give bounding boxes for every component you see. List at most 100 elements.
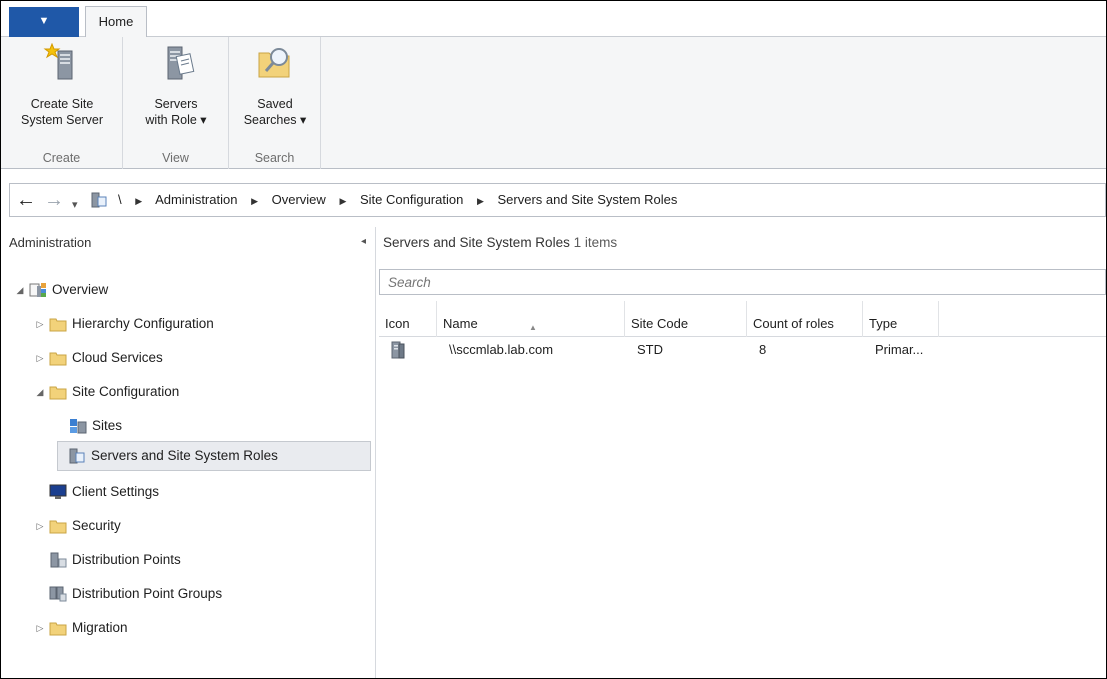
app-menu-button[interactable]: ▼ xyxy=(9,7,79,37)
saved-searches-label-1: Saved xyxy=(257,97,293,111)
breadcrumb-overview[interactable]: Overview xyxy=(272,192,326,207)
servers-role-icon xyxy=(167,46,195,80)
cell-site-code: STD xyxy=(637,342,663,357)
sites-icon xyxy=(70,419,87,434)
column-header-icon[interactable]: Icon xyxy=(379,301,437,337)
column-header-type[interactable]: Type xyxy=(863,301,939,337)
results-count: 1 items xyxy=(573,235,618,250)
tree-label: Migration xyxy=(72,620,128,635)
ribbon-group-label-create: Create xyxy=(42,151,81,165)
table-row[interactable]: \\sccmlab.lab.com STD 8 Primar... xyxy=(379,337,1106,365)
address-bar: ← → ▾ \ ▶ Administration ▶ Overview ▶ Si… xyxy=(1,179,1106,221)
collapsed-arrow-icon[interactable]: ▷ xyxy=(31,309,49,339)
servers-role-label-1: Servers xyxy=(154,97,198,111)
column-header-name-label: Name xyxy=(443,316,478,331)
back-button[interactable]: ← xyxy=(16,189,36,211)
tree-item-overview[interactable]: ◢ Overview xyxy=(11,275,108,305)
tree-label: Client Settings xyxy=(72,484,160,499)
tree-item-sites[interactable]: Sites xyxy=(69,411,122,441)
breadcrumb-site-configuration[interactable]: Site Configuration xyxy=(360,192,463,207)
servers-role-label-2: with Role ▾ xyxy=(145,113,207,127)
search-input[interactable] xyxy=(380,270,1105,294)
folder-icon xyxy=(49,386,67,400)
chevron-right-icon[interactable]: ▶ xyxy=(251,185,258,217)
server-roles-icon xyxy=(91,192,107,208)
collapsed-arrow-icon[interactable]: ▷ xyxy=(31,343,49,373)
search-box[interactable] xyxy=(379,269,1106,295)
tree-label: Distribution Points xyxy=(72,552,181,567)
expanded-arrow-icon[interactable]: ◢ xyxy=(11,275,29,305)
results-pane: Servers and Site System Roles 1 items Ic… xyxy=(377,227,1106,678)
saved-search-icon xyxy=(258,48,290,78)
tree-label: Overview xyxy=(52,282,109,297)
tree-item-migration[interactable]: ▷ Migration xyxy=(31,613,128,643)
breadcrumb-box: ← → ▾ \ ▶ Administration ▶ Overview ▶ Si… xyxy=(9,183,1106,217)
collapsed-arrow-icon[interactable]: ▷ xyxy=(31,511,49,541)
servers-with-role-button[interactable]: Servers with Role ▾ xyxy=(123,43,229,128)
collapsed-arrow-icon[interactable]: ▷ xyxy=(31,613,49,643)
grid-header: Icon ▲ Name Site Code Count of roles Typ… xyxy=(379,301,1106,337)
server-icon xyxy=(391,341,405,359)
tree-item-hierarchy-configuration[interactable]: ▷ Hierarchy Configuration xyxy=(31,309,214,339)
tree-label: Distribution Point Groups xyxy=(72,586,223,601)
row-icon-cell xyxy=(385,337,435,365)
cell-count-of-roles: 8 xyxy=(759,342,767,357)
tree-item-servers-and-site-system-roles[interactable]: Servers and Site System Roles xyxy=(57,441,371,471)
cell-type: Primar... xyxy=(875,342,924,357)
breadcrumb-root[interactable]: \ xyxy=(118,192,122,207)
breadcrumb-servers-and-site-system-roles[interactable]: Servers and Site System Roles xyxy=(498,192,678,207)
tree-label: Servers and Site System Roles xyxy=(91,448,278,463)
tree-label: Site Configuration xyxy=(72,384,180,399)
create-server-label-1: Create Site xyxy=(30,97,94,111)
ribbon-group-label-view: View xyxy=(162,151,189,165)
results-title: Servers and Site System Roles 1 items xyxy=(383,235,617,250)
saved-searches-button[interactable]: Saved Searches ▾ xyxy=(229,43,321,128)
tree-item-cloud-services[interactable]: ▷ Cloud Services xyxy=(31,343,163,373)
results-title-text: Servers and Site System Roles xyxy=(383,235,570,250)
client-settings-icon xyxy=(49,484,67,499)
create-server-label-2: System Server xyxy=(21,113,103,127)
tree-item-security[interactable]: ▷ Security xyxy=(31,511,121,541)
tree-item-site-configuration[interactable]: ◢ Site Configuration xyxy=(31,377,179,407)
chevron-right-icon[interactable]: ▶ xyxy=(477,185,484,217)
tree-label: Sites xyxy=(92,418,123,433)
collapse-pane-button[interactable]: ◂ xyxy=(361,236,366,247)
ribbon-group-search: Saved Searches ▾ Search xyxy=(229,37,321,169)
tab-home[interactable]: Home xyxy=(85,6,147,38)
server-roles-icon xyxy=(69,448,85,464)
navigation-pane: Administration ◂ ◢ Overview ▷ Hierarchy … xyxy=(1,227,376,678)
tree-label: Cloud Services xyxy=(72,350,163,365)
breadcrumb-administration[interactable]: Administration xyxy=(155,192,237,207)
console-window: ▼ Home Create Site System Server Create xyxy=(0,0,1107,679)
column-header-count-of-roles[interactable]: Count of roles xyxy=(747,301,863,337)
folder-icon xyxy=(49,352,67,366)
distribution-group-icon xyxy=(49,586,67,602)
nav-title: Administration xyxy=(9,235,92,250)
forward-button[interactable]: → xyxy=(44,189,64,211)
overview-icon xyxy=(29,283,46,297)
ribbon-tab-strip: ▼ Home xyxy=(1,1,1106,38)
cell-name: \\sccmlab.lab.com xyxy=(449,342,554,357)
ribbon-group-view: Servers with Role ▾ View xyxy=(123,37,229,169)
create-site-system-server-button[interactable]: Create Site System Server xyxy=(1,42,123,128)
ribbon: Create Site System Server Create Servers… xyxy=(1,37,1106,169)
ribbon-group-create: Create Site System Server Create xyxy=(1,37,123,169)
tree-label: Hierarchy Configuration xyxy=(72,316,214,331)
chevron-right-icon[interactable]: ▶ xyxy=(135,185,142,217)
column-header-name[interactable]: ▲ Name xyxy=(437,301,625,337)
tree-item-distribution-points[interactable]: Distribution Points xyxy=(49,545,181,575)
folder-icon xyxy=(49,318,67,332)
breadcrumb: \ ▶ Administration ▶ Overview ▶ Site Con… xyxy=(118,184,677,216)
history-dropdown-button[interactable]: ▾ xyxy=(72,194,78,216)
column-header-site-code[interactable]: Site Code xyxy=(625,301,747,337)
create-server-icon xyxy=(43,42,73,80)
chevron-right-icon[interactable]: ▶ xyxy=(339,185,346,217)
ribbon-group-label-search: Search xyxy=(254,151,295,165)
tree-item-client-settings[interactable]: Client Settings xyxy=(49,477,159,507)
tree-label: Security xyxy=(72,518,121,533)
expanded-arrow-icon[interactable]: ◢ xyxy=(31,377,49,407)
folder-icon xyxy=(49,622,67,636)
tree-item-distribution-point-groups[interactable]: Distribution Point Groups xyxy=(49,579,222,609)
folder-icon xyxy=(49,520,67,534)
saved-searches-label-2: Searches ▾ xyxy=(243,113,307,127)
